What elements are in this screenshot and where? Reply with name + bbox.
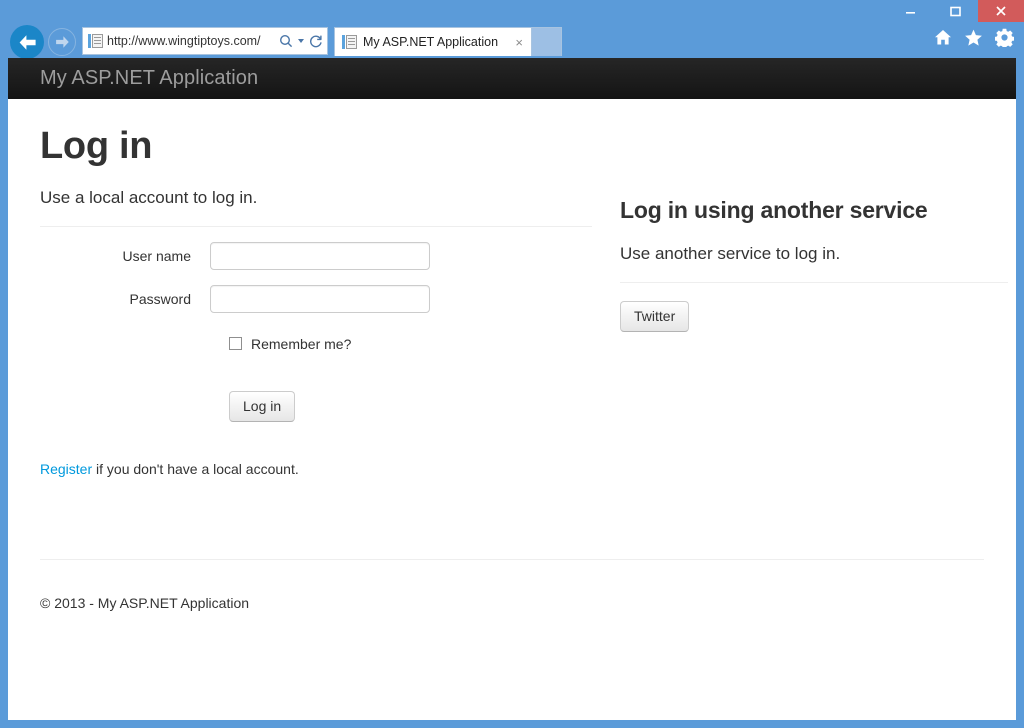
register-link[interactable]: Register bbox=[40, 461, 92, 477]
local-account-column: Use a local account to log in. User name… bbox=[40, 168, 592, 491]
external-service-heading: Log in using another service bbox=[620, 196, 928, 223]
site-navbar: My ASP.NET Application bbox=[8, 58, 1016, 99]
browser-window: http://www.wingtiptoys.com/ My ASP.NET A… bbox=[0, 0, 1024, 728]
address-bar-url[interactable]: http://www.wingtiptoys.com/ bbox=[107, 34, 279, 48]
address-bar-tools bbox=[279, 34, 323, 48]
home-icon[interactable] bbox=[934, 29, 952, 46]
refresh-icon[interactable] bbox=[309, 34, 323, 48]
tab-title: My ASP.NET Application bbox=[363, 35, 499, 49]
tab-favicon-icon bbox=[342, 34, 357, 50]
new-tab-button[interactable] bbox=[532, 27, 562, 56]
register-rest-text: if you don't have a local account. bbox=[92, 461, 299, 478]
external-service-column: Log in using another service Use another… bbox=[620, 168, 1008, 491]
username-label: User name bbox=[122, 247, 191, 264]
password-label: Password bbox=[129, 290, 191, 307]
register-line: Register if you don't have a local accou… bbox=[40, 461, 592, 477]
remember-me-label: Remember me? bbox=[251, 335, 352, 352]
favorites-star-icon[interactable] bbox=[964, 29, 983, 47]
forward-button[interactable] bbox=[48, 28, 76, 56]
page-content: Log in Use a local account to log in. Us… bbox=[8, 125, 1016, 491]
search-icon[interactable] bbox=[279, 34, 293, 48]
local-account-divider bbox=[40, 225, 592, 227]
minimize-icon bbox=[906, 11, 915, 14]
password-input[interactable] bbox=[210, 284, 430, 313]
settings-gear-icon[interactable] bbox=[995, 28, 1014, 47]
close-button[interactable] bbox=[978, 0, 1024, 22]
page-document-icon bbox=[88, 33, 103, 49]
back-button[interactable] bbox=[10, 25, 44, 59]
external-service-buttons: Twitter bbox=[620, 300, 690, 333]
column-gap bbox=[592, 168, 620, 491]
chevron-down-icon[interactable] bbox=[298, 39, 304, 43]
external-service-subtitle: Use another service to log in. bbox=[620, 243, 841, 263]
tab-close-icon[interactable]: × bbox=[513, 36, 525, 49]
maximize-button[interactable] bbox=[933, 0, 978, 22]
external-service-head: Log in using another service bbox=[620, 196, 1008, 224]
remember-me-checkbox-row[interactable]: Remember me? bbox=[229, 336, 351, 352]
login-submit-button[interactable]: Log in bbox=[229, 390, 296, 423]
address-bar[interactable]: http://www.wingtiptoys.com/ bbox=[82, 27, 328, 55]
back-arrow-icon bbox=[19, 34, 36, 50]
local-account-subtitle: Use a local account to log in. bbox=[40, 187, 258, 207]
page-viewport: My ASP.NET Application Log in Use a loca… bbox=[8, 58, 1016, 720]
navigation-buttons bbox=[10, 25, 76, 59]
login-columns: Use a local account to log in. User name… bbox=[40, 168, 1008, 491]
username-input[interactable] bbox=[210, 241, 430, 270]
close-icon bbox=[996, 6, 1006, 16]
remember-me-group: Remember me? bbox=[40, 336, 592, 352]
minimize-button[interactable] bbox=[888, 0, 933, 22]
browser-titlebar: http://www.wingtiptoys.com/ My ASP.NET A… bbox=[0, 0, 1024, 59]
login-button-row: Log in bbox=[40, 390, 592, 423]
window-controls bbox=[888, 0, 1024, 22]
browser-tab[interactable]: My ASP.NET Application × bbox=[334, 27, 532, 56]
navbar-brand[interactable]: My ASP.NET Application bbox=[40, 67, 258, 90]
forward-arrow-icon bbox=[55, 36, 69, 48]
external-service-divider bbox=[620, 281, 1008, 283]
page-title: Log in bbox=[40, 125, 153, 167]
footer-copyright: © 2013 - My ASP.NET Application bbox=[40, 595, 250, 612]
twitter-login-button[interactable]: Twitter bbox=[620, 300, 690, 333]
browser-toolbar-icons bbox=[934, 28, 1014, 47]
password-form-group: Password bbox=[40, 284, 592, 313]
page-footer: © 2013 - My ASP.NET Application bbox=[40, 559, 984, 611]
username-form-group: User name bbox=[40, 241, 592, 270]
maximize-icon bbox=[950, 6, 961, 16]
remember-me-checkbox[interactable] bbox=[229, 337, 242, 351]
tab-strip: My ASP.NET Application × bbox=[334, 27, 562, 56]
